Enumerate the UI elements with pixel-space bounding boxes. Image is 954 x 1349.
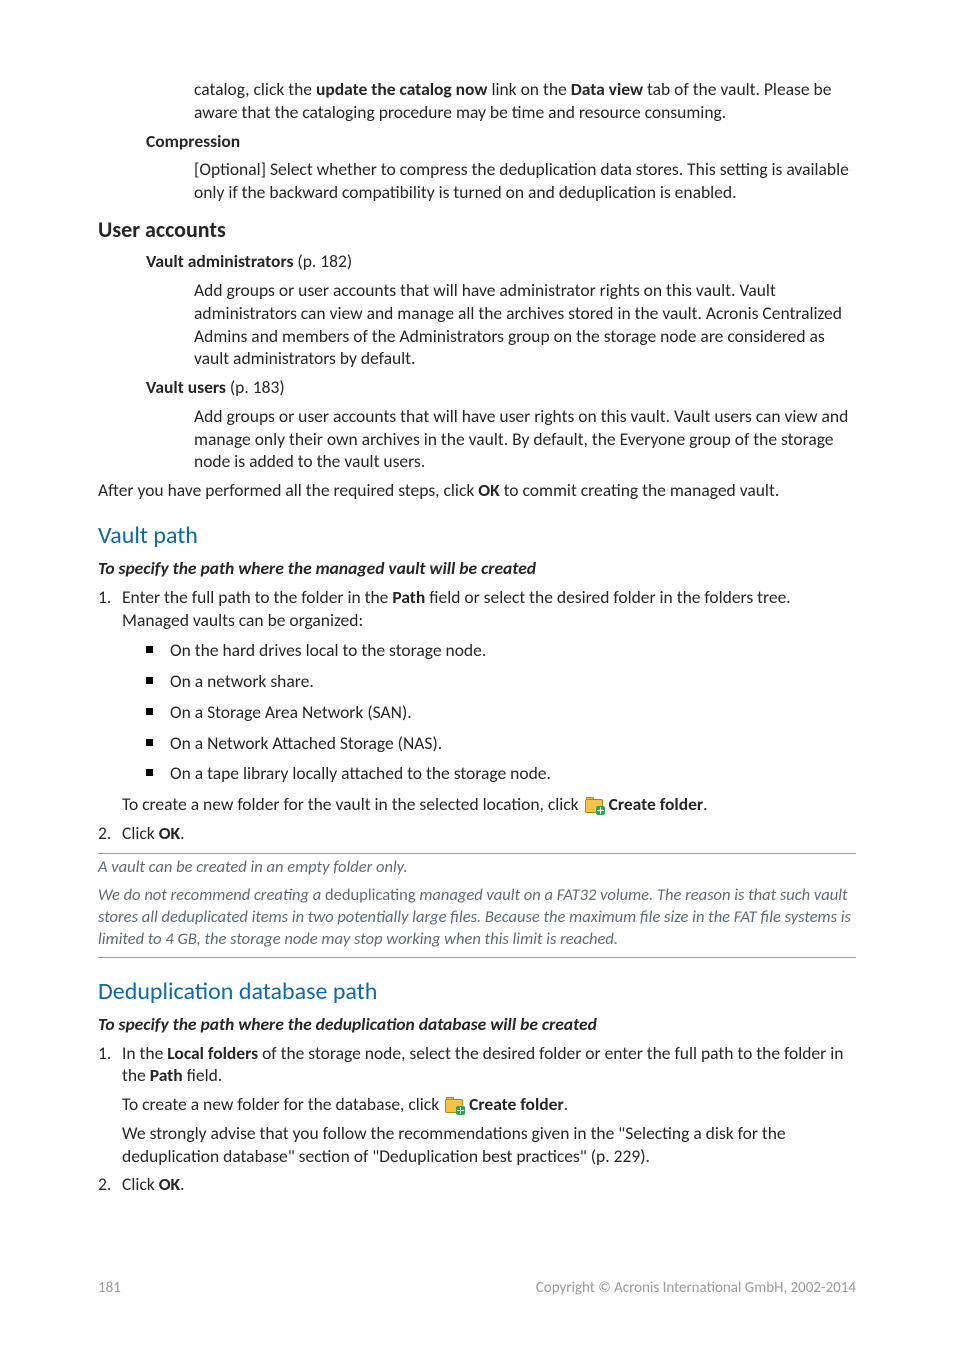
list-item: On a Storage Area Network (SAN). — [146, 701, 856, 724]
text: . — [180, 822, 184, 844]
heading-vault-admins: Vault administrators (p. 182) — [146, 250, 856, 273]
create-folder-icon — [445, 1097, 463, 1113]
paragraph-create-folder: To create a new folder for the database,… — [122, 1093, 856, 1116]
bold-text: Vault administrators — [146, 250, 293, 272]
divider — [98, 853, 856, 854]
subheading-dedup-path: To specify the path where the deduplicat… — [98, 1013, 856, 1036]
vault-path-bullets: On the hard drives local to the storage … — [146, 639, 856, 785]
paragraph-catalog: catalog, click the update the catalog no… — [194, 78, 856, 124]
paragraph-after: After you have performed all the require… — [98, 479, 856, 502]
list-item: In the Local folders of the storage node… — [98, 1042, 856, 1168]
bold-text: Path — [392, 586, 425, 608]
bold-text: Vault users — [146, 376, 226, 398]
dedup-steps: In the Local folders of the storage node… — [98, 1042, 856, 1197]
page-footer: 181 Copyright © Acronis International Gm… — [98, 1279, 856, 1297]
subheading-vault-path: To specify the path where the managed va… — [98, 557, 856, 580]
page-ref: (p. 182) — [293, 250, 352, 272]
create-folder-icon — [585, 797, 603, 813]
text: We do not recommend creating a — [98, 885, 325, 905]
heading-user-accounts: User accounts — [98, 216, 856, 245]
note-fat32: We do not recommend creating a deduplica… — [98, 884, 856, 951]
bold-text: Data view — [571, 78, 643, 100]
heading-vault-users: Vault users (p. 183) — [146, 376, 856, 399]
text: In the — [122, 1042, 167, 1064]
paragraph-compression: [Optional] Select whether to compress th… — [194, 158, 856, 204]
heading-vault-path: Vault path — [98, 520, 856, 551]
list-item: Click OK. — [98, 822, 856, 845]
list-item: On a network share. — [146, 670, 856, 693]
text: . — [564, 1093, 568, 1115]
page-content: catalog, click the update the catalog no… — [0, 0, 954, 1196]
bold-text: Path — [150, 1064, 183, 1086]
note-empty-folder: A vault can be created in an empty folde… — [98, 856, 856, 878]
heading-dedup-path: Deduplication database path — [98, 976, 856, 1007]
page-ref: (p. 183) — [226, 376, 285, 398]
bold-text: update the catalog now — [316, 78, 488, 100]
list-item: Enter the full path to the folder in the… — [98, 586, 856, 816]
paragraph-advise: We strongly advise that you follow the r… — [122, 1122, 856, 1168]
vault-path-steps: Enter the full path to the folder in the… — [98, 586, 856, 845]
text: After you have performed all the require… — [98, 479, 478, 501]
divider — [98, 957, 856, 958]
list-item: On a Network Attached Storage (NAS). — [146, 732, 856, 755]
bold-text: OK — [159, 822, 180, 844]
text: Click — [122, 822, 159, 844]
page-number: 181 — [98, 1279, 121, 1297]
text: deduplicating — [325, 885, 416, 905]
list-item: Click OK. — [98, 1173, 856, 1196]
bold-text: Create folder — [469, 1093, 564, 1115]
bold-text: Create folder — [609, 793, 704, 815]
text: Click — [122, 1173, 159, 1195]
list-item: On a tape library locally attached to th… — [146, 762, 856, 785]
text: to commit creating the managed vault. — [500, 479, 780, 501]
paragraph-vault-users: Add groups or user accounts that will ha… — [194, 405, 856, 473]
paragraph-vault-admins: Add groups or user accounts that will ha… — [194, 279, 856, 370]
text: To create a new folder for the database,… — [122, 1093, 443, 1115]
text: . — [703, 793, 707, 815]
text: . — [180, 1173, 184, 1195]
bold-text: OK — [478, 479, 499, 501]
text: catalog, click the — [194, 78, 316, 100]
bold-text: OK — [159, 1173, 180, 1195]
paragraph-create-folder: To create a new folder for the vault in … — [122, 793, 856, 816]
text: link on the — [487, 78, 570, 100]
text: field. — [183, 1064, 223, 1086]
copyright: Copyright © Acronis International GmbH, … — [536, 1279, 856, 1297]
text: To create a new folder for the vault in … — [122, 793, 583, 815]
list-item: On the hard drives local to the storage … — [146, 639, 856, 662]
heading-compression: Compression — [146, 130, 856, 153]
bold-text: Local folders — [167, 1042, 258, 1064]
text: Enter the full path to the folder in the — [122, 586, 392, 608]
